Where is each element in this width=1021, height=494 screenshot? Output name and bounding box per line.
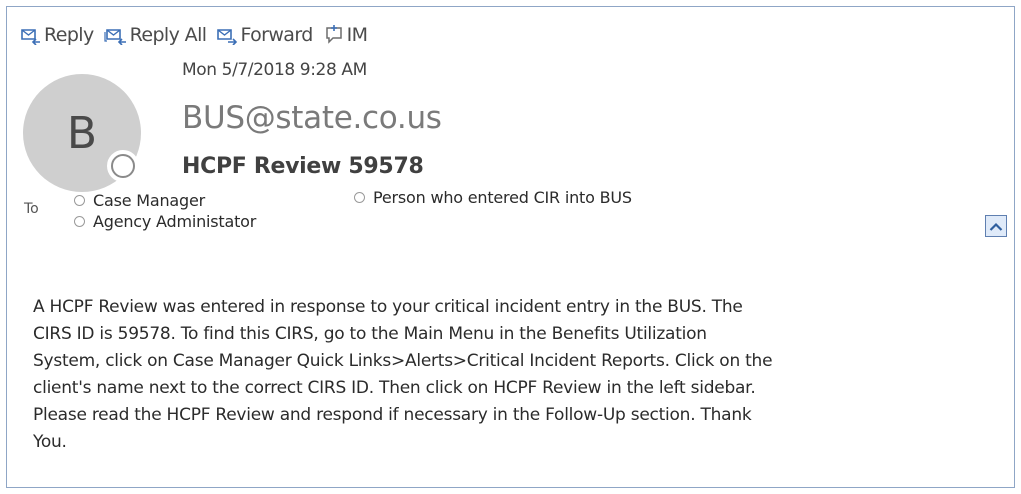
forward-button[interactable]: Forward: [216, 24, 313, 46]
im-label: IM: [346, 24, 368, 46]
body-line: CIRS ID is 59578. To find this CIRS, go …: [33, 324, 707, 344]
reply-label: Reply: [44, 24, 94, 46]
chevron-up-icon: [989, 217, 1003, 236]
presence-circle-icon: [74, 216, 85, 227]
message-toolbar: Reply Reply All Forward IM: [20, 21, 368, 49]
reply-button[interactable]: Reply: [20, 24, 94, 46]
body-line: You.: [33, 432, 67, 452]
reply-all-button[interactable]: Reply All: [104, 24, 207, 46]
body-line: Please read the HCPF Review and respond …: [33, 405, 752, 425]
recipient-name: Agency Administator: [93, 212, 257, 231]
recipient-case-manager[interactable]: Case Manager: [74, 191, 205, 210]
forward-icon: [216, 25, 238, 45]
recipient-person-who-entered-cir[interactable]: Person who entered CIR into BUS: [354, 188, 632, 207]
im-icon: [323, 24, 345, 46]
sender-address[interactable]: BUS@state.co.us: [182, 100, 442, 136]
body-line: A HCPF Review was entered in response to…: [33, 297, 743, 317]
message-date: Mon 5/7/2018 9:28 AM: [182, 60, 367, 80]
message-body: A HCPF Review was entered in response to…: [33, 294, 963, 456]
body-line: System, click on Case Manager Quick Link…: [33, 351, 773, 371]
message-subject: HCPF Review 59578: [182, 154, 424, 179]
presence-circle-icon: [74, 195, 85, 206]
body-line: client's name next to the correct CIRS I…: [33, 378, 756, 398]
recipient-agency-administator[interactable]: Agency Administator: [74, 212, 256, 231]
recipient-name: Person who entered CIR into BUS: [373, 188, 632, 207]
presence-circle-icon: [354, 192, 365, 203]
presence-status-icon: [107, 150, 139, 182]
reply-icon: [20, 25, 42, 45]
avatar-initial: B: [66, 107, 98, 159]
collapse-header-button[interactable]: [985, 215, 1007, 237]
to-label: To: [24, 201, 39, 217]
forward-label: Forward: [240, 24, 313, 46]
reply-all-icon: [104, 25, 128, 45]
im-button[interactable]: IM: [323, 24, 368, 46]
recipient-name: Case Manager: [93, 191, 205, 210]
reply-all-label: Reply All: [129, 24, 207, 46]
